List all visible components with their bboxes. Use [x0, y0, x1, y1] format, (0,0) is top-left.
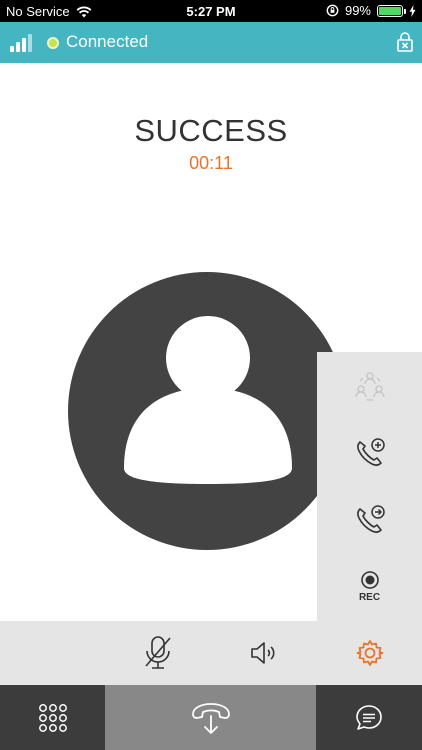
battery-icon — [377, 4, 406, 17]
speaker-icon — [251, 642, 275, 664]
call-timer: 00:11 — [189, 153, 233, 173]
call-actions-panel: REC — [317, 352, 422, 621]
contact-avatar — [68, 272, 346, 550]
chat-button[interactable] — [316, 685, 422, 750]
status-right: 99% — [326, 3, 416, 18]
charging-bolt-icon — [409, 4, 416, 17]
keypad-icon — [38, 703, 67, 732]
hang-up-icon — [191, 702, 230, 734]
signal-bars-icon — [10, 34, 32, 52]
bottom-bar — [0, 685, 422, 750]
connection-status-label: Connected — [66, 32, 149, 51]
record-button[interactable]: REC — [317, 553, 422, 620]
record-icon — [360, 571, 379, 589]
gear-icon — [356, 640, 384, 666]
add-call-button[interactable] — [317, 419, 422, 486]
transfer-call-button[interactable] — [317, 486, 422, 553]
record-label: REC — [358, 592, 381, 603]
call-controls — [0, 621, 422, 685]
lock-icon[interactable] — [396, 31, 414, 53]
call-status-title: SUCCESS — [134, 113, 288, 148]
conference-icon — [354, 371, 385, 401]
conference-button[interactable] — [317, 352, 422, 419]
person-silhouette-icon — [124, 316, 292, 484]
speaker-button[interactable] — [234, 621, 294, 685]
transfer-call-icon — [356, 504, 385, 533]
microphone-muted-icon — [145, 636, 171, 669]
connection-bar: Connected — [0, 22, 422, 63]
connection-status-dot — [47, 37, 59, 49]
status-bar: No Service 5:27 PM 99% — [0, 0, 422, 22]
keypad-button[interactable] — [0, 685, 105, 750]
chat-icon — [356, 704, 382, 730]
mute-button[interactable] — [128, 621, 188, 685]
battery-percent: 99% — [344, 3, 371, 18]
add-call-icon — [356, 437, 385, 466]
orientation-lock-icon — [326, 4, 339, 17]
hang-up-button[interactable] — [105, 685, 316, 750]
settings-button[interactable] — [340, 621, 400, 685]
